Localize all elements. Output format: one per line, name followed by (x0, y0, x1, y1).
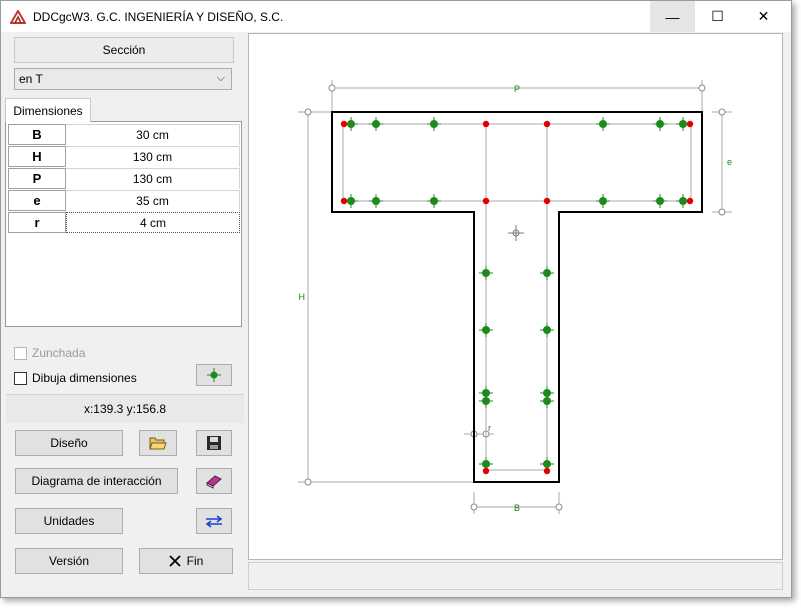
chevron-down-icon: ⌵ (216, 72, 225, 84)
dimension-endpoints (304, 84, 726, 511)
rebar-mark (427, 117, 441, 131)
corner-bar-mark (340, 197, 348, 205)
corner-bar-mark (340, 120, 348, 128)
dim-label-e: e (727, 157, 732, 167)
close-icon (169, 555, 181, 567)
save-button[interactable] (196, 430, 232, 456)
tab-dimensiones[interactable]: Dimensiones (5, 98, 91, 122)
dim-label-b: B (514, 503, 520, 513)
checkbox-box (14, 371, 27, 385)
cursor-coordinates: x:139.3 y:156.8 (6, 394, 244, 423)
checkbox-box (14, 346, 27, 360)
corner-bar-mark (482, 120, 490, 128)
version-button[interactable]: Versión (15, 548, 123, 574)
corner-bar-mark (543, 467, 551, 475)
section-drawing: P e H B r (298, 80, 732, 514)
dim-label-r: r (488, 423, 491, 433)
corner-bar-mark (482, 467, 490, 475)
dimension-value-e[interactable]: 35 cm (66, 190, 240, 211)
units-button[interactable] (196, 508, 232, 534)
title-bar: DDCgcW3. G.C. INGENIERÍA Y DISEÑO, S.C. … (1, 1, 791, 32)
close-button[interactable]: ✕ (741, 1, 786, 32)
dimension-row-r: r 4 cm (8, 212, 240, 234)
corner-bar-mark (482, 197, 490, 205)
zunchada-label: Zunchada (32, 346, 86, 360)
centroid-marker (508, 225, 524, 241)
zunchada-checkbox[interactable]: Zunchada (14, 346, 85, 360)
rebar-button[interactable] (196, 364, 232, 386)
stirrup-lines (342, 123, 692, 471)
rebar-group (340, 117, 694, 475)
rebar-mark (479, 394, 493, 408)
dimension-row-b: B 30 cm (8, 124, 240, 146)
book-icon (206, 475, 222, 489)
dimension-lines (298, 80, 732, 514)
floppy-disk-icon (207, 436, 221, 450)
dimension-key: e (8, 190, 66, 211)
dimension-value-b[interactable]: 30 cm (66, 124, 240, 145)
folder-open-icon (149, 437, 167, 450)
fin-label: Fin (186, 554, 204, 568)
dimensions-grid: B 30 cm H 130 cm P 130 cm e 35 cm r 4 cm (5, 121, 242, 327)
rebar-mark (653, 117, 667, 131)
rebar-mark (653, 194, 667, 208)
dimension-value-h[interactable]: 130 cm (66, 146, 240, 167)
maximize-button[interactable]: ☐ (695, 1, 740, 32)
dimension-value-p[interactable]: 130 cm (66, 168, 240, 189)
drawing-canvas[interactable]: P e H B r (248, 33, 783, 560)
rebar-mark (540, 394, 554, 408)
close-icon: ✕ (757, 8, 770, 24)
rebar-mark (540, 266, 554, 280)
section-header: Sección (14, 37, 234, 63)
rebar-mark (540, 323, 554, 337)
unidades-button[interactable]: Unidades (15, 508, 123, 534)
maximize-icon: ☐ (711, 8, 724, 24)
rebar-mark (479, 323, 493, 337)
dimension-key: P (8, 168, 66, 189)
rebar-mark (596, 194, 610, 208)
minimize-icon: — (665, 8, 680, 25)
dim-label-h: H (299, 292, 306, 302)
rebar-mark (369, 117, 383, 131)
dimension-key: r (8, 212, 66, 233)
rebar-mark (369, 194, 383, 208)
fin-button[interactable]: Fin (139, 548, 233, 574)
window-title: DDCgcW3. G.C. INGENIERÍA Y DISEÑO, S.C. (33, 10, 284, 24)
section-type-select[interactable]: en T ⌵ (14, 68, 232, 90)
app-logo-icon (10, 10, 26, 24)
dimension-key: H (8, 146, 66, 167)
left-panel: Sección en T ⌵ Dimensiones B 30 cm H 130… (4, 33, 246, 591)
open-button[interactable] (139, 430, 177, 456)
diagrama-interaccion-button[interactable]: Diagrama de interacción (15, 468, 178, 494)
section-outline (331, 111, 703, 483)
dibuja-dimensiones-checkbox[interactable]: Dibuja dimensiones (14, 371, 137, 385)
rebar-mark (479, 266, 493, 280)
dimension-key: B (8, 124, 66, 145)
corner-bar-mark (543, 120, 551, 128)
corner-bar-mark (686, 120, 694, 128)
corner-bar-mark (543, 197, 551, 205)
rebar-mark (596, 117, 610, 131)
dibuja-label: Dibuja dimensiones (32, 371, 137, 385)
dimension-value-r[interactable]: 4 cm (66, 212, 240, 233)
section-type-value: en T (19, 72, 43, 86)
status-bar (248, 562, 783, 590)
dimension-row-e: e 35 cm (8, 190, 240, 212)
dimension-row-h: H 130 cm (8, 146, 240, 168)
dim-label-p: P (514, 84, 520, 94)
diseno-button[interactable]: Diseño (15, 430, 123, 456)
corner-bar-mark (686, 197, 694, 205)
rebar-icon (207, 368, 221, 382)
minimize-button[interactable]: — (650, 1, 695, 32)
dimension-row-p: P 130 cm (8, 168, 240, 190)
book-button[interactable] (196, 468, 232, 494)
arrows-icon (205, 515, 223, 528)
rebar-mark (427, 194, 441, 208)
